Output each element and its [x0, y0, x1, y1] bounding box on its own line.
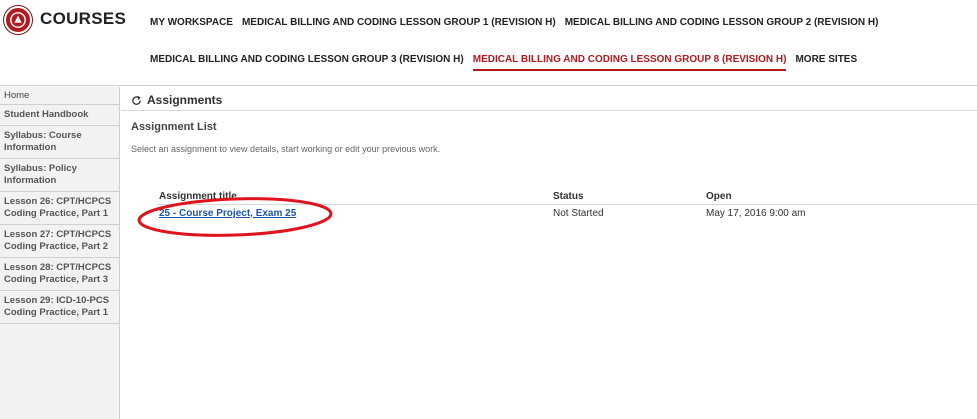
tool-title: Assignments	[147, 93, 223, 107]
nav-my-workspace[interactable]: MY WORKSPACE	[150, 17, 233, 32]
site-nav-row-2: MEDICAL BILLING AND CODING LESSON GROUP …	[150, 54, 857, 71]
tool-sidebar: Home Student Handbook Syllabus: Course I…	[0, 87, 120, 419]
tool-title-bar: Assignments	[131, 93, 222, 107]
sidebar-item-lesson-27[interactable]: Lesson 27: CPT/HCPCS Coding Practice, Pa…	[0, 225, 119, 258]
nav-lesson-group-3[interactable]: MEDICAL BILLING AND CODING LESSON GROUP …	[150, 54, 464, 71]
sidebar-item-lesson-26[interactable]: Lesson 26: CPT/HCPCS Coding Practice, Pa…	[0, 192, 119, 225]
sidebar-item-syllabus-policy[interactable]: Syllabus: Policy Information	[0, 159, 119, 192]
nav-lesson-group-2[interactable]: MEDICAL BILLING AND CODING LESSON GROUP …	[565, 17, 879, 32]
top-header: COURSES MY WORKSPACE MEDICAL BILLING AND…	[0, 0, 977, 86]
sidebar-item-student-handbook[interactable]: Student Handbook	[0, 105, 119, 126]
divider	[121, 110, 977, 111]
sidebar-item-lesson-29[interactable]: Lesson 29: ICD-10-PCS Coding Practice, P…	[0, 291, 119, 324]
nav-more-sites[interactable]: MORE SITES	[795, 54, 857, 71]
column-header-status[interactable]: Status	[553, 191, 584, 202]
assignment-status: Not Started	[553, 208, 604, 219]
seal-emblem-icon	[10, 12, 26, 28]
university-seal-logo[interactable]	[4, 6, 32, 34]
assignment-open-date: May 17, 2016 9:00 am	[706, 208, 806, 219]
sidebar-item-syllabus-course[interactable]: Syllabus: Course Information	[0, 126, 119, 159]
sidebar-item-home[interactable]: Home	[0, 87, 119, 105]
nav-lesson-group-8-active[interactable]: MEDICAL BILLING AND CODING LESSON GROUP …	[472, 54, 787, 71]
brand-title[interactable]: COURSES	[40, 9, 126, 29]
instruction-text: Select an assignment to view details, st…	[131, 144, 441, 154]
highlight-circle	[137, 197, 333, 237]
column-header-open[interactable]: Open	[706, 191, 732, 202]
nav-lesson-group-1[interactable]: MEDICAL BILLING AND CODING LESSON GROUP …	[242, 17, 556, 32]
sidebar-item-lesson-28[interactable]: Lesson 28: CPT/HCPCS Coding Practice, Pa…	[0, 258, 119, 291]
site-nav-row-1: MY WORKSPACE MEDICAL BILLING AND CODING …	[150, 17, 878, 32]
section-title: Assignment List	[131, 121, 217, 133]
main-content: Assignments Assignment List Select an as…	[121, 87, 977, 419]
reset-icon[interactable]	[131, 95, 142, 106]
